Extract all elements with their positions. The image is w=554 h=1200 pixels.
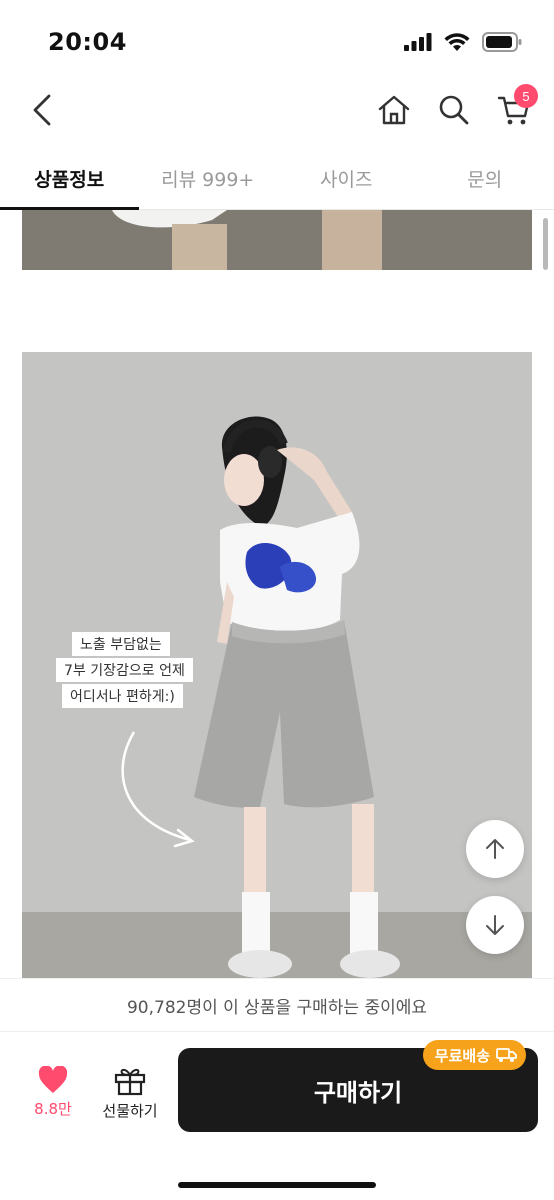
top-header: 5	[0, 80, 554, 140]
gift-button[interactable]: 선물하기	[96, 1066, 164, 1121]
scroll-up-button[interactable]	[466, 820, 524, 878]
search-icon	[439, 95, 469, 125]
status-bar: 20:04	[0, 0, 554, 80]
heart-icon	[38, 1066, 68, 1093]
like-button[interactable]: 8.8만	[22, 1066, 84, 1119]
gift-label: 선물하기	[102, 1102, 158, 1120]
caption-line: 7부 기장감으로 언제	[56, 658, 193, 682]
arrow-down-icon	[486, 915, 504, 935]
gift-icon	[114, 1068, 146, 1096]
tab-product-info[interactable]: 상품정보	[0, 148, 139, 210]
tab-inquiry[interactable]: 문의	[416, 148, 554, 209]
battery-icon	[482, 32, 522, 52]
chevron-left-icon	[33, 94, 51, 126]
caption-line: 어디서나 편하게:)	[62, 684, 183, 708]
free-shipping-badge: 무료배송	[422, 1040, 526, 1070]
arrow-up-icon	[486, 839, 504, 859]
back-button[interactable]	[26, 90, 58, 130]
tab-reviews[interactable]: 리뷰 999+	[139, 148, 278, 209]
home-indicator[interactable]	[178, 1182, 376, 1188]
home-button[interactable]	[374, 90, 414, 130]
signal-icon	[404, 33, 432, 51]
free-shipping-label: 무료배송	[434, 1046, 490, 1065]
tab-bar: 상품정보 리뷰 999+ 사이즈 문의	[0, 148, 554, 210]
scroll-down-button[interactable]	[466, 896, 524, 954]
purchase-activity-notice: 90,782명이 이 상품을 구매하는 중이에요	[0, 978, 554, 1032]
product-detail-content[interactable]: 노출 부담없는 7부 기장감으로 언제 어디서나 편하게:)	[0, 210, 554, 978]
tab-size[interactable]: 사이즈	[277, 148, 416, 209]
wifi-icon	[444, 32, 470, 51]
scroll-indicator[interactable]	[543, 218, 548, 270]
bottom-action-bar: 8.8만 선물하기 구매하기 무료배송	[0, 1032, 554, 1200]
cart-button[interactable]: 5	[494, 84, 538, 130]
cart-count-badge: 5	[514, 84, 538, 108]
like-count: 8.8만	[34, 1100, 72, 1118]
caption-line: 노출 부담없는	[72, 632, 170, 656]
home-icon	[378, 95, 410, 125]
truck-icon	[496, 1048, 517, 1062]
product-photo-previous	[22, 210, 532, 270]
status-time: 20:04	[48, 28, 127, 56]
search-button[interactable]	[434, 90, 474, 130]
status-icons	[404, 32, 522, 52]
